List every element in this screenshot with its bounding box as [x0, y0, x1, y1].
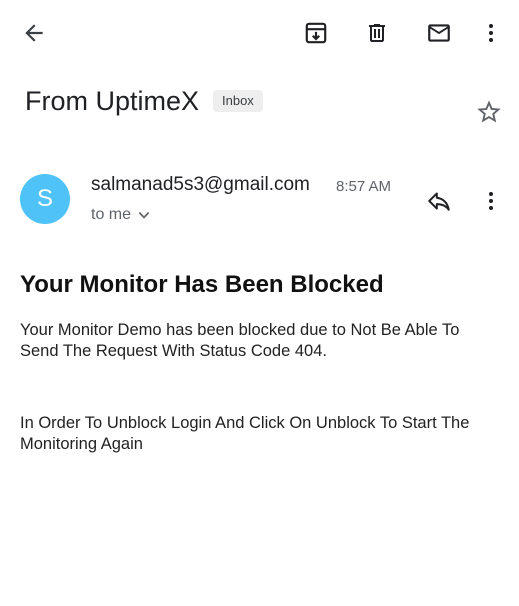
reply-icon: [428, 192, 450, 211]
message-time: 8:57 AM: [336, 178, 392, 195]
archive-button[interactable]: [297, 14, 335, 52]
more-vert-icon: [489, 192, 493, 210]
archive-icon: [305, 22, 327, 44]
recipient-details-toggle[interactable]: to me: [91, 204, 151, 226]
mark-unread-button[interactable]: [419, 14, 459, 52]
recipient-label: to me: [91, 206, 132, 223]
sender-email[interactable]: salmanad5s3@gmail.com: [91, 173, 310, 197]
message-more-button[interactable]: [478, 185, 504, 217]
message-paragraph: Your Monitor Demo has been blocked due t…: [20, 321, 460, 360]
more-vert-icon: [489, 24, 493, 42]
mail-icon: [428, 24, 450, 42]
star-outline-icon: [477, 100, 501, 123]
more-options-button[interactable]: [476, 14, 506, 52]
email-subject: From UptimeX: [25, 86, 200, 116]
back-button[interactable]: [14, 14, 54, 52]
inbox-label-chip[interactable]: Inbox: [213, 90, 263, 112]
message-paragraph: In Order To Unblock Login And Click On U…: [20, 414, 470, 453]
reply-button[interactable]: [422, 185, 456, 217]
arrow-left-icon: [25, 24, 43, 42]
chevron-down-icon: [138, 212, 150, 219]
sender-avatar[interactable]: S: [20, 174, 70, 224]
trash-icon: [369, 24, 385, 42]
delete-button[interactable]: [358, 14, 396, 52]
star-button[interactable]: [474, 97, 504, 127]
message-headline: Your Monitor Has Been Blocked: [20, 271, 384, 298]
